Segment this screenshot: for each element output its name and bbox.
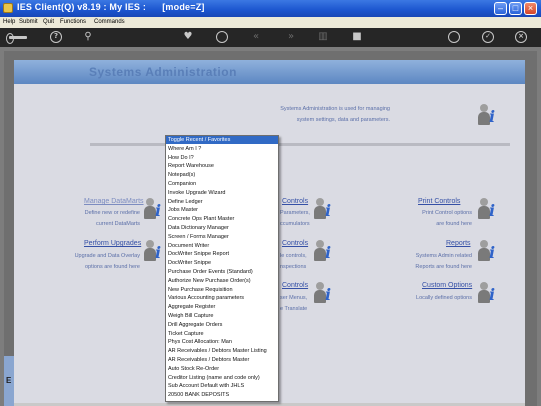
manage-datamarts-desc-2: current DataMarts bbox=[95, 221, 140, 227]
popup-menu-item[interactable]: Data Dictionary Manager bbox=[166, 224, 278, 232]
custom-options-desc-1: Locally defined options bbox=[416, 295, 472, 301]
popup-menu-item[interactable]: 20500 BANK DEPOSITS bbox=[166, 391, 278, 399]
menu-functions[interactable]: Functions bbox=[60, 19, 86, 25]
help-icon[interactable]: ? bbox=[50, 31, 62, 43]
check-icon[interactable]: ✓ bbox=[482, 31, 494, 43]
heart-icon[interactable]: ♥ bbox=[182, 31, 194, 43]
perform-upgrades-desc-1: Upgrade and Data Overlay bbox=[74, 253, 140, 259]
popup-menu-item[interactable]: New Purchase Requisition bbox=[166, 286, 278, 294]
menu-quit[interactable]: Quit bbox=[43, 19, 54, 25]
popup-menu-item[interactable]: AR Receivables / Debtors Master Listing bbox=[166, 347, 278, 355]
reports-desc-1: Systems Admin related bbox=[415, 253, 472, 259]
side-strip: E bbox=[4, 356, 14, 406]
popup-menu-item[interactable]: DocWriter Snippe bbox=[166, 259, 278, 267]
popup-menu-item[interactable]: Phys Cost Allocation: Man bbox=[166, 338, 278, 346]
controls-link-3[interactable]: Controls bbox=[282, 282, 308, 289]
popup-menu-item[interactable]: Weigh Bill Capture bbox=[166, 312, 278, 320]
divider bbox=[90, 143, 510, 146]
controls-1-person-icon: i bbox=[312, 198, 338, 220]
popup-menu-item[interactable]: Notepad(s) bbox=[166, 171, 278, 179]
controls-3-desc-1: ser Menus, bbox=[280, 295, 308, 301]
toolbar: ? ⚲ ♥ « » ▥ ■ ✓ × bbox=[0, 28, 541, 47]
popup-menu-item[interactable]: Report Warehouse bbox=[166, 162, 278, 170]
custom-options-person-icon: i bbox=[476, 282, 502, 304]
controls-3-person-icon: i bbox=[312, 282, 338, 304]
print-controls-desc-1: Print Control options bbox=[422, 210, 472, 216]
popup-menu-item[interactable]: Toggle Recent / Favorites bbox=[166, 136, 278, 144]
popup-menu-item[interactable]: Screen / Forms Manager bbox=[166, 233, 278, 241]
popup-menu-item[interactable]: Various Accounting parameters bbox=[166, 294, 278, 302]
controls-2-desc-2: nspections bbox=[280, 264, 307, 270]
popup-menu-item[interactable]: Ticket Capture bbox=[166, 330, 278, 338]
print-controls-person-icon: i bbox=[476, 198, 502, 220]
page-title: Systems Administration bbox=[89, 65, 237, 79]
perform-upgrades-desc-2: options are found here bbox=[84, 264, 140, 270]
title-bar: IES Client(Q) v8.19 : My IES : [mode=Z] … bbox=[0, 0, 541, 17]
page-header: Systems Administration bbox=[14, 60, 525, 84]
popup-menu-item[interactable]: Auto Stock Re-Order bbox=[166, 365, 278, 373]
controls-1-desc-1: Parameters, bbox=[280, 210, 310, 216]
custom-options-link[interactable]: Custom Options bbox=[422, 282, 472, 289]
print-controls-link[interactable]: Print Controls bbox=[418, 198, 460, 205]
reports-person-icon: i bbox=[476, 240, 502, 262]
controls-1-desc-2: ccumulators bbox=[280, 221, 310, 227]
popup-menu-item[interactable]: Authorize New Purchase Order(s) bbox=[166, 277, 278, 285]
popup-menu-item[interactable]: Where Am I ? bbox=[166, 145, 278, 153]
reports-link[interactable]: Reports bbox=[446, 240, 471, 247]
popup-menu-item[interactable]: DocWriter Snippe Report bbox=[166, 250, 278, 258]
maximize-icon: □ bbox=[512, 3, 519, 13]
close-button[interactable]: × bbox=[524, 2, 537, 15]
key-icon[interactable] bbox=[6, 33, 27, 44]
popup-menu-item[interactable]: Document Writer bbox=[166, 242, 278, 250]
reports-desc-2: Reports are found here bbox=[415, 264, 472, 270]
app-icon bbox=[3, 3, 13, 13]
manage-datamarts-desc-1: Define new or redefine bbox=[84, 210, 140, 216]
window-title: IES Client(Q) v8.19 : My IES : [mode=Z] bbox=[17, 2, 205, 12]
popup-menu-item[interactable]: Jobs Master bbox=[166, 206, 278, 214]
menu-submit[interactable]: Submit bbox=[19, 19, 38, 25]
forward-icon[interactable]: » bbox=[285, 31, 297, 43]
perform-upgrades-link[interactable]: Perform Upgrades bbox=[84, 240, 141, 247]
popup-menu-item[interactable]: Sub Account Default with JHLS bbox=[166, 382, 278, 390]
refresh-icon[interactable] bbox=[216, 31, 228, 43]
settings-icon[interactable] bbox=[448, 31, 460, 43]
menu-help[interactable]: Help bbox=[3, 19, 15, 25]
print-controls-desc-2: are found here bbox=[436, 221, 472, 227]
close-icon: × bbox=[527, 3, 534, 13]
controls-3-desc-2: e Translate bbox=[280, 306, 308, 312]
popup-menu-item[interactable]: Aggregate Register bbox=[166, 303, 278, 311]
admin-person-icon: i bbox=[476, 104, 502, 126]
popup-menu-item[interactable]: Concrete Ops Plant Master bbox=[166, 215, 278, 223]
manage-datamarts-link[interactable]: Manage DataMarts bbox=[84, 198, 144, 205]
controls-2-person-icon: i bbox=[312, 240, 338, 262]
controls-link-2[interactable]: Controls bbox=[282, 240, 308, 247]
intro-line-1: Systems Administration is used for manag… bbox=[280, 106, 390, 112]
intro-line-2: system settings, data and parameters. bbox=[296, 117, 390, 123]
popup-menu-item[interactable]: AR Receivables / Debtors Master bbox=[166, 356, 278, 364]
popup-menu-item[interactable]: Drill Aggregate Orders bbox=[166, 321, 278, 329]
controls-link-1[interactable]: Controls bbox=[282, 198, 308, 205]
save-icon[interactable]: ■ bbox=[351, 31, 363, 43]
close-icon[interactable]: × bbox=[515, 31, 527, 43]
popup-menu: Toggle Recent / Favorites Where Am I ? How… bbox=[165, 135, 279, 402]
side-strip-letter: E bbox=[6, 376, 12, 385]
search-icon[interactable]: ⚲ bbox=[82, 31, 94, 43]
tag-icon[interactable]: ▥ bbox=[317, 31, 329, 43]
menu-commands[interactable]: Commands bbox=[94, 19, 125, 25]
popup-menu-item[interactable]: How Do I? bbox=[166, 154, 278, 162]
popup-menu-item[interactable]: Companion bbox=[166, 180, 278, 188]
minimize-icon: – bbox=[497, 3, 503, 13]
popup-menu-item[interactable]: Define Ledger bbox=[166, 198, 278, 206]
popup-menu-item[interactable]: Creditor Listing (name and code only) bbox=[166, 374, 278, 382]
controls-2-desc-1: le controls, bbox=[280, 253, 307, 259]
popup-menu-item[interactable]: Invoke Upgrade Wizard bbox=[166, 189, 278, 197]
back-icon[interactable]: « bbox=[250, 31, 262, 43]
minimize-button[interactable]: – bbox=[494, 2, 507, 15]
maximize-button[interactable]: □ bbox=[509, 2, 522, 15]
menu-bar: Help Submit Quit Functions Commands bbox=[0, 17, 541, 28]
popup-menu-item[interactable]: Purchase Order Events (Standard) bbox=[166, 268, 278, 276]
